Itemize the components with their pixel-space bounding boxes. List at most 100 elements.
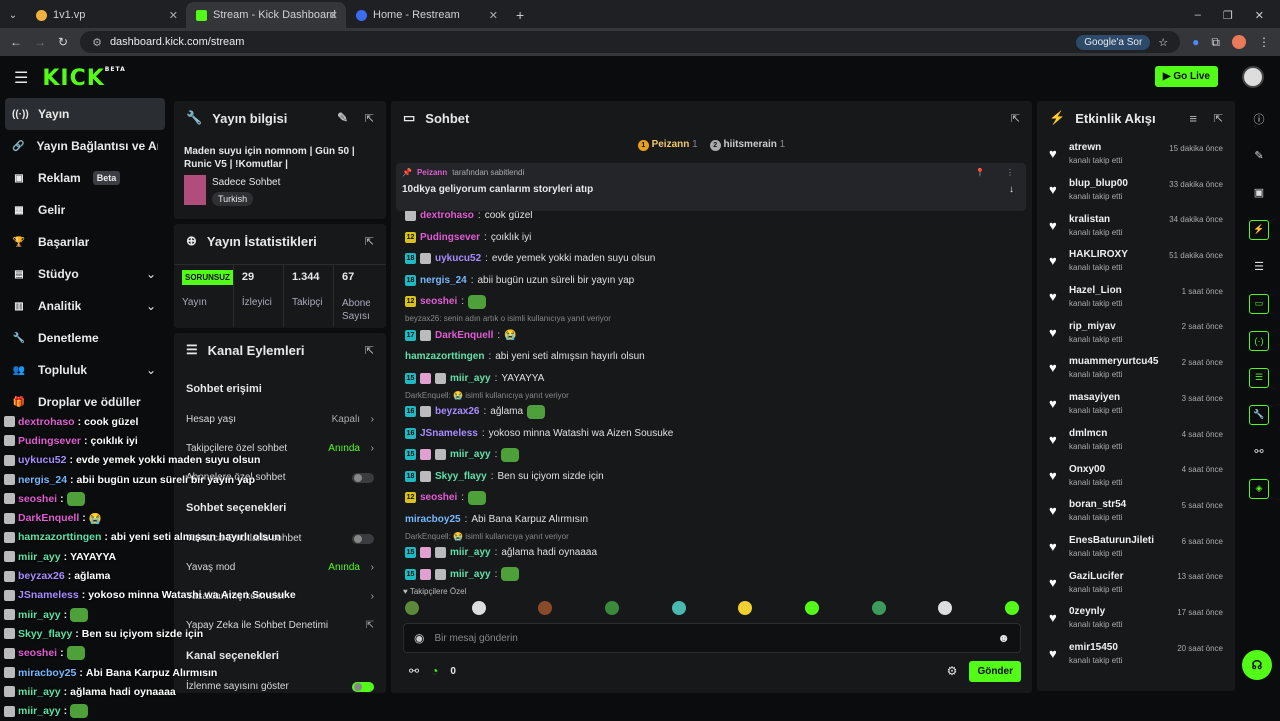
list-icon[interactable]: ☰ (1238, 248, 1280, 285)
lightning-rail-icon[interactable]: ⚡ (1238, 211, 1280, 248)
activity-item[interactable]: ♥ masayiyen kanalı takip etti 3 saat önce (1037, 386, 1235, 422)
chat-username[interactable]: dextrohaso (420, 210, 474, 221)
browser-tab[interactable]: Stream - Kick Dashboard ✕ (186, 2, 346, 28)
chat-message[interactable]: 18 Skyy_flayy: Ben su içiyom sizde için (391, 466, 1032, 488)
tab-search-icon[interactable]: ⌄ (0, 2, 26, 28)
chat-message[interactable]: 15 miir_ayy: ağlama hadi oynaaaa (391, 542, 1032, 564)
chat-username[interactable]: beyzax26 (435, 406, 479, 417)
close-tab-icon[interactable]: ✕ (169, 9, 178, 22)
activity-item[interactable]: ♥ EnesBaturunJileti kanalı takip etti 6 saa… (1037, 529, 1235, 565)
support-icon[interactable]: ☊ (1242, 650, 1272, 680)
quick-emote-icon[interactable] (604, 601, 619, 615)
site-info-icon[interactable]: ⚙ (92, 36, 102, 49)
sidebar-item-studio[interactable]: ▤ Stüdyo ⌄ (0, 258, 170, 290)
chat-message[interactable]: 12 seoshei: (391, 487, 1032, 509)
chat-message[interactable]: 15 miir_ayy: YAYAYYA (391, 368, 1032, 390)
activity-item[interactable]: ♥ blup_blup00 kanalı takip etti 33 dakika ö… (1037, 172, 1235, 208)
chat-message[interactable]: 12 seoshei: (391, 291, 1032, 313)
edit-icon[interactable]: ✎ (1238, 137, 1280, 174)
window-controls[interactable]: – ❐ ✕ (1195, 2, 1280, 28)
gifter-item[interactable]: 2 hiitsmerain 1 (709, 139, 785, 151)
expand-icon[interactable]: ↓ (1009, 184, 1014, 195)
share-rail-icon[interactable]: ⚯ (1238, 433, 1280, 470)
chat-message[interactable]: miracboy25: Abi Bana Karpuz Alırmısın (391, 509, 1032, 531)
chat-message[interactable]: 18 nergis_24: abii bugün uzun süreli bir y… (391, 270, 1032, 292)
chat-message[interactable]: 15 miir_ayy: (391, 564, 1032, 586)
chat-message[interactable]: 12 Pudingsever: çoıklık iyi (391, 227, 1032, 249)
quick-emote-icon[interactable] (671, 601, 686, 615)
activity-item[interactable]: ♥ Onxy00 kanalı takip etti 4 saat önce (1037, 457, 1235, 493)
quick-emote-icon[interactable] (871, 601, 886, 615)
category-name[interactable]: Sadece Sohbet (212, 177, 280, 188)
layout-icon[interactable]: ▣ (1238, 174, 1280, 211)
chat-username[interactable]: uykucu52 (435, 253, 481, 264)
activity-item[interactable]: ♥ boran_str54 kanalı takip etti 5 saat önce (1037, 493, 1235, 529)
hamburger-menu-icon[interactable]: ☰ (14, 68, 28, 88)
activity-item[interactable]: ♥ kralistan kanalı takip etti 34 dakika önc… (1037, 207, 1235, 243)
chat-username[interactable]: seoshei (420, 492, 457, 503)
chat-username[interactable]: miir_ayy (450, 569, 491, 580)
quick-emote-icon[interactable] (538, 601, 553, 615)
quick-emote-icon[interactable] (738, 601, 753, 615)
go-live-button[interactable]: ▶ Go Live (1154, 66, 1218, 87)
chat-message[interactable]: hamzazorttingen: abi yeni seti almışsın h… (391, 346, 1032, 368)
chat-settings-icon[interactable]: ⚙ (947, 664, 958, 678)
sidebar-item-revenue[interactable]: ▦ Gelir (0, 194, 170, 226)
google-ask-button[interactable]: Google'a Sor (1076, 34, 1151, 50)
sidebar-item-community[interactable]: 👥 Topluluk ⌄ (0, 354, 170, 386)
emoji-picker-icon[interactable]: ☻ (997, 631, 1010, 645)
gift-rail-icon[interactable]: ◈ (1238, 470, 1280, 507)
close-window-icon[interactable]: ✕ (1255, 9, 1264, 22)
sidebar-item-moderation[interactable]: 🔧 Denetleme (0, 322, 170, 354)
quick-emote-icon[interactable] (471, 601, 486, 615)
chat-username[interactable]: miracboy25 (405, 514, 461, 525)
quick-emote-icon[interactable] (1004, 601, 1019, 615)
activity-item[interactable]: ♥ atrewn kanalı takip etti 15 dakika önce (1037, 136, 1235, 172)
profile-avatar-icon[interactable] (1232, 35, 1246, 49)
edit-icon[interactable]: ✎ (337, 110, 348, 126)
back-icon[interactable]: ← (10, 35, 22, 49)
popout-icon[interactable]: ⇱ (1214, 112, 1223, 125)
send-button[interactable]: Gönder (969, 660, 1021, 682)
popout-icon[interactable]: ⇱ (365, 344, 374, 357)
quick-emote-icon[interactable] (405, 601, 419, 615)
extension-icon[interactable]: ● (1192, 35, 1199, 49)
chat-messages[interactable]: dextrohaso: cook güzel 12 Pudingsever: çoıkl… (391, 205, 1032, 585)
chat-message[interactable]: 18 uykucu52: evde yemek yokki maden suyu o… (391, 248, 1032, 270)
gifter-item[interactable]: 1 Peizann 1 (637, 139, 698, 151)
bookmark-star-icon[interactable]: ☆ (1158, 36, 1168, 49)
forward-icon[interactable]: → (34, 35, 46, 49)
chat-message[interactable]: 16 JSnameless: yokoso minna Watashi wa Aiz… (391, 423, 1032, 445)
reload-icon[interactable]: ↻ (58, 35, 68, 49)
pinned-message[interactable]: 📌 Peizann tarafından sabitlendi 📍 ⋮ 10dk… (396, 163, 1026, 211)
chat-rail-icon[interactable]: ▭ (1238, 285, 1280, 322)
new-tab-icon[interactable]: + (506, 2, 534, 28)
info-icon[interactable]: ⓘ (1238, 100, 1280, 137)
sidebar-item-broadcast[interactable]: ((·)) Yayın (5, 98, 165, 130)
browser-menu-icon[interactable]: ⋮ (1258, 35, 1270, 49)
activity-item[interactable]: ♥ emir15450 kanalı takip etti 20 saat önce (1037, 636, 1235, 672)
url-field[interactable]: ⚙ dashboard.kick.com/stream Google'a Sor… (80, 31, 1181, 53)
sidebar-item-ad[interactable]: ▣ Reklam Beta (0, 162, 170, 194)
sidebar-item-trophy[interactable]: 🏆 Başarılar (0, 226, 170, 258)
chat-username[interactable]: miir_ayy (450, 449, 491, 460)
chat-message[interactable]: 17 DarkEnquell: 😭 (391, 325, 1032, 347)
chat-username[interactable]: nergis_24 (420, 275, 467, 286)
chat-username[interactable]: Skyy_flayy (435, 471, 487, 482)
close-tab-icon[interactable]: ✕ (489, 9, 498, 22)
extensions-puzzle-icon[interactable]: ⧉ (1211, 35, 1220, 50)
chevron-down-icon[interactable]: ⌄ (146, 299, 156, 313)
chat-username[interactable]: DarkEnquell (435, 330, 493, 341)
quick-emote-icon[interactable] (804, 601, 819, 615)
popout-icon[interactable]: ⇱ (365, 235, 374, 248)
kick-logo[interactable]: KICKBETA (42, 66, 125, 91)
activity-item[interactable]: ♥ muammeryurtcu45 kanalı takip etti 2 saat … (1037, 350, 1235, 386)
pinned-menu-icon[interactable]: ⋮ (1006, 168, 1014, 177)
quick-emote-icon[interactable] (938, 601, 953, 615)
wrench-rail-icon[interactable]: 🔧 (1238, 396, 1280, 433)
broadcast-rail-icon[interactable]: (·) (1238, 322, 1280, 359)
activity-item[interactable]: ♥ dmlmcn kanalı takip etti 4 saat önce (1037, 422, 1235, 458)
sidebar-item-link[interactable]: 🔗 Yayın Bağlantısı ve Anahtarı (0, 130, 170, 162)
user-avatar[interactable] (1242, 66, 1264, 88)
popout-icon[interactable]: ⇱ (365, 112, 374, 125)
